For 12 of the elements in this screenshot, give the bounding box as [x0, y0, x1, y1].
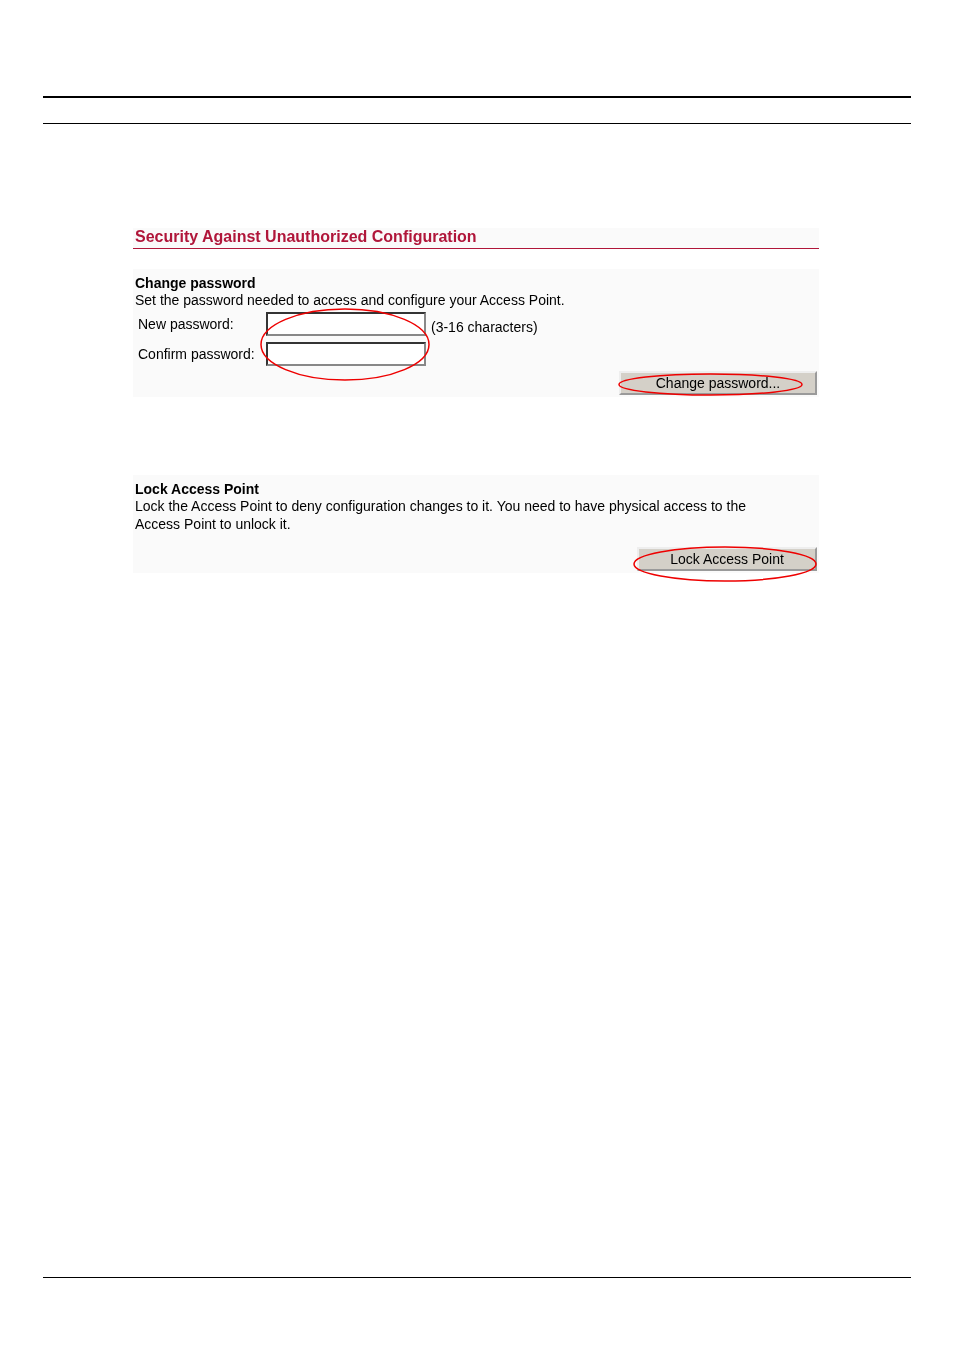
field-hint: (3-16 characters) [431, 319, 538, 335]
change-password-button[interactable]: Change password... [619, 371, 817, 395]
section-description: Set the password needed to access and configure your Access Point. [135, 291, 566, 309]
password-field[interactable] [266, 312, 426, 336]
section-heading: Lock Access Point [135, 481, 260, 497]
password-field[interactable] [266, 342, 426, 366]
section-heading: Change password [135, 275, 257, 291]
lock-access-point-button[interactable]: Lock Access Point [637, 547, 817, 571]
field-label: New password: [137, 316, 235, 332]
section-title: Security Against Unauthorized Configuration [133, 228, 819, 249]
field-label: Confirm password: [137, 346, 256, 362]
section-description: Lock the Access Point to deny configuration changes to it. You need to have physical access to the Access Point to unlock it. [135, 497, 747, 533]
